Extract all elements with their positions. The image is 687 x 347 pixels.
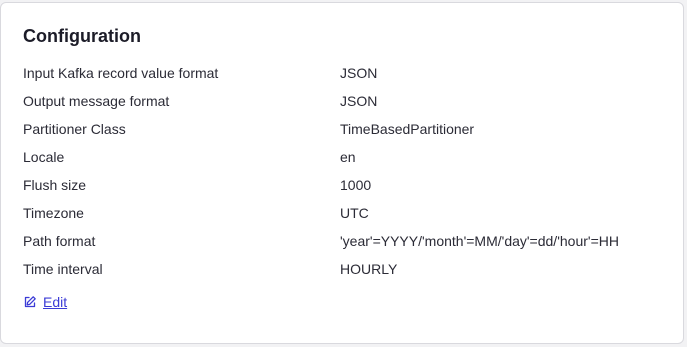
config-label: Output message format xyxy=(23,93,170,109)
config-label: Input Kafka record value format xyxy=(23,65,219,81)
config-label: Timezone xyxy=(23,205,84,221)
config-row-flush-size: Flush size 1000 xyxy=(23,174,673,202)
config-value: UTC xyxy=(340,205,369,221)
config-label: Flush size xyxy=(23,177,87,193)
configuration-card: Configuration Input Kafka record value f… xyxy=(0,2,684,344)
card-title: Configuration xyxy=(23,26,141,46)
config-row-input-format: Input Kafka record value format JSON xyxy=(23,62,673,90)
config-value: en xyxy=(340,149,356,165)
config-value: JSON xyxy=(340,93,378,109)
config-row-timezone: Timezone UTC xyxy=(23,202,673,230)
config-value: TimeBasedPartitioner xyxy=(340,121,475,137)
config-value: 1000 xyxy=(340,177,372,193)
config-row-time-interval: Time interval HOURLY xyxy=(23,258,673,286)
config-label: Partitioner Class xyxy=(23,121,126,137)
config-row-locale: Locale en xyxy=(23,146,673,174)
config-value: JSON xyxy=(340,65,378,81)
edit-button[interactable]: Edit xyxy=(23,292,67,312)
config-label: Locale xyxy=(23,149,65,165)
config-list: Input Kafka record value format JSON Out… xyxy=(23,62,673,286)
config-label: Path format xyxy=(23,233,96,249)
config-label: Time interval xyxy=(23,261,103,277)
edit-link-label[interactable]: Edit xyxy=(43,292,67,312)
config-value: HOURLY xyxy=(340,261,398,277)
config-row-path-format: Path format 'year'=YYYY/'month'=MM/'day'… xyxy=(23,230,673,258)
config-row-partitioner-class: Partitioner Class TimeBasedPartitioner xyxy=(23,118,673,146)
config-value: 'year'=YYYY/'month'=MM/'day'=dd/'hour'=H… xyxy=(340,233,619,249)
edit-icon xyxy=(23,295,37,309)
config-row-output-format: Output message format JSON xyxy=(23,90,673,118)
